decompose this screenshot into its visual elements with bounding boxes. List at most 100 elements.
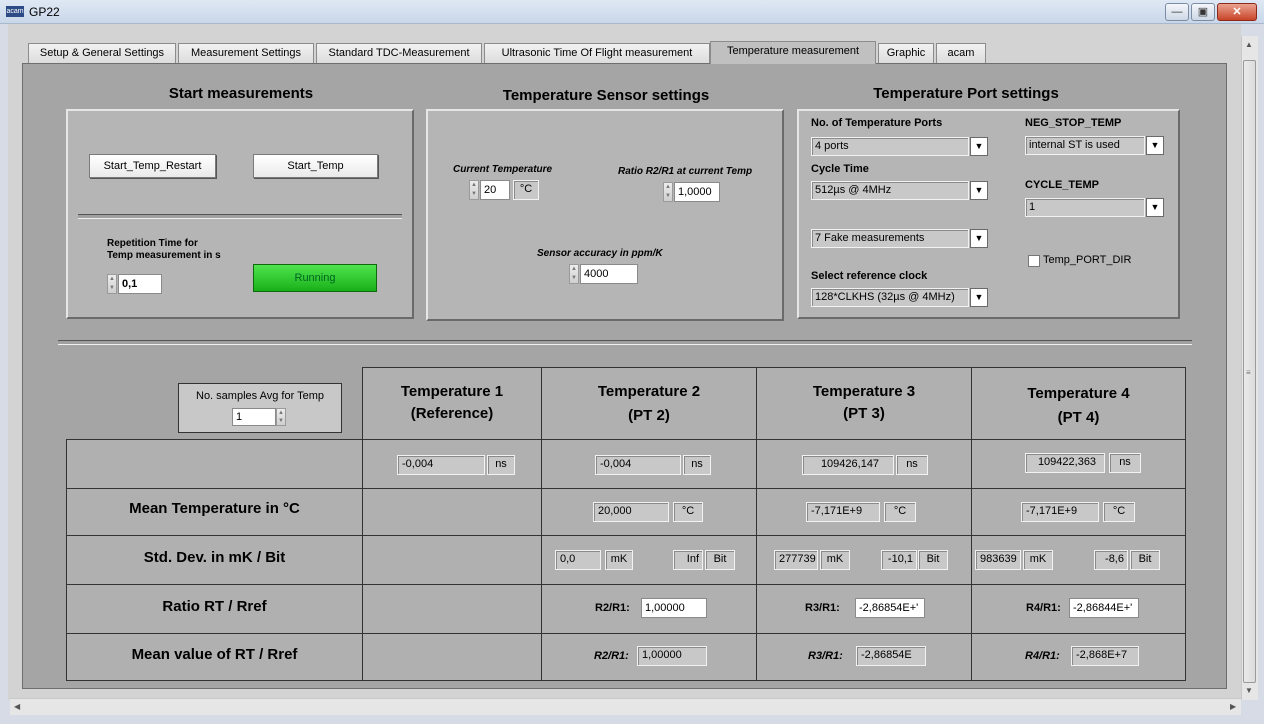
- repetition-time-label-2: Temp measurement in s: [107, 250, 221, 261]
- tab-temperature-measurement[interactable]: Temperature measurement: [710, 41, 876, 64]
- time-value-2: -0,004: [595, 455, 681, 475]
- std-bit-unit-4: Bit: [1130, 550, 1160, 570]
- maximize-button[interactable]: ▣: [1191, 3, 1215, 21]
- fake-measurements-dropdown[interactable]: 7 Fake measurements: [811, 229, 969, 248]
- chevron-down-icon[interactable]: ▼: [1146, 136, 1164, 155]
- ref-clock-label: Select reference clock: [811, 270, 928, 282]
- temp-port-dir-label: Temp_PORT_DIR: [1043, 254, 1132, 266]
- sensor-settings-frame: [426, 109, 784, 321]
- tab-measurement-settings[interactable]: Measurement Settings: [178, 43, 314, 63]
- cycle-time-dropdown[interactable]: 512µs @ 4MHz: [811, 181, 969, 200]
- tab-ultrasonic-tof[interactable]: Ultrasonic Time Of Flight measurement: [484, 43, 710, 63]
- start-temp-button[interactable]: Start_Temp: [253, 154, 378, 178]
- cycle-time-label: Cycle Time: [811, 163, 869, 175]
- header-temp1-line1: Temperature 1: [400, 383, 504, 400]
- title-bar: [0, 0, 1264, 24]
- mean-ratio-label-2: R2/R1:: [594, 650, 629, 662]
- mean-ratio-label-4: R4/R1:: [1025, 650, 1060, 662]
- scroll-grip-icon: ≡: [1246, 368, 1251, 377]
- mean-ratio-value-3: -2,86854E: [856, 646, 926, 666]
- ratio-value-4: -2,86844E+': [1069, 598, 1139, 618]
- mean-temp-value-4: -7,171E+9: [1021, 502, 1099, 522]
- horizontal-scrollbar[interactable]: [10, 698, 1241, 715]
- samples-label: No. samples Avg for Temp: [196, 390, 324, 402]
- ratio-row-label: Ratio RT / Rref: [162, 598, 267, 615]
- std-dev-row-label: Std. Dev. in mK / Bit: [143, 549, 286, 566]
- chevron-down-icon[interactable]: ▼: [1146, 198, 1164, 217]
- row-ratio-cell-1: [362, 584, 542, 634]
- mean-ratio-value-4: -2,868E+7: [1071, 646, 1139, 666]
- current-temp-spinner[interactable]: ▲ ▼: [469, 180, 479, 200]
- header-temp2-line1: Temperature 2: [597, 383, 701, 400]
- tab-graphic[interactable]: Graphic: [878, 43, 934, 63]
- mean-temp-unit-3: °C: [884, 502, 916, 522]
- sensor-accuracy-spinner[interactable]: ▲ ▼: [569, 264, 579, 284]
- header-temp2-line2: (PT 2): [628, 407, 670, 424]
- std-mk-unit-2: mK: [605, 550, 633, 570]
- current-temp-unit: °C: [513, 180, 539, 200]
- chevron-down-icon[interactable]: ▼: [970, 229, 988, 248]
- mean-temp-row-label: Mean Temperature in °C: [129, 500, 300, 517]
- sensor-settings-title: Temperature Sensor settings: [502, 87, 710, 104]
- main-separator: [58, 340, 1192, 345]
- std-bit-unit-2: Bit: [705, 550, 735, 570]
- samples-spinner[interactable]: ▲ ▼: [276, 408, 286, 426]
- tab-setup-general[interactable]: Setup & General Settings: [28, 43, 176, 63]
- std-bit-value-4: -8,6: [1094, 550, 1128, 570]
- cycle-temp-dropdown[interactable]: 1: [1025, 198, 1145, 217]
- header-temp3-line1: Temperature 3: [812, 383, 916, 400]
- repetition-time-spinner[interactable]: ▲ ▼: [107, 274, 117, 294]
- time-value-3: 109426,147: [802, 455, 894, 475]
- ratio-label-4: R4/R1:: [1026, 602, 1061, 614]
- time-value-4: 109422,363: [1025, 453, 1105, 473]
- restore-icon: ▣: [1197, 6, 1209, 18]
- num-ports-dropdown[interactable]: 4 ports: [811, 137, 969, 156]
- mean-ratio-label-3: R3/R1:: [808, 650, 843, 662]
- ratio-label-2: R2/R1:: [595, 602, 630, 614]
- scroll-down-icon[interactable]: ▼: [1245, 686, 1253, 695]
- tab-acam[interactable]: acam: [936, 43, 986, 63]
- sensor-accuracy-input[interactable]: 4000: [580, 264, 638, 284]
- app-icon: acam: [6, 6, 24, 17]
- window-title: GP22: [29, 5, 60, 19]
- time-value-1: -0,004: [397, 455, 485, 475]
- minimize-button[interactable]: —: [1165, 3, 1189, 21]
- close-icon: ✕: [1232, 6, 1242, 18]
- start-temp-restart-button[interactable]: Start_Temp_Restart: [89, 154, 216, 178]
- neg-stop-temp-label: NEG_STOP_TEMP: [1025, 117, 1122, 129]
- ref-clock-dropdown[interactable]: 128*CLKHS (32µs @ 4MHz): [811, 288, 969, 307]
- repetition-time-label-1: Repetition Time for: [107, 238, 198, 249]
- ratio-value-2: 1,00000: [641, 598, 707, 618]
- current-temp-input[interactable]: 20: [480, 180, 510, 200]
- scroll-left-icon[interactable]: ◀: [14, 702, 20, 711]
- std-bit-value-3: -10,1: [881, 550, 917, 570]
- scroll-right-icon[interactable]: ▶: [1230, 702, 1236, 711]
- row-time-label-cell: [66, 439, 363, 489]
- cycle-temp-label: CYCLE_TEMP: [1025, 179, 1099, 191]
- repetition-time-input[interactable]: 0,1: [118, 274, 162, 294]
- current-temp-label: Current Temperature: [453, 164, 553, 175]
- tab-standard-tdc[interactable]: Standard TDC-Measurement: [316, 43, 482, 63]
- ratio-label-3: R3/R1:: [805, 602, 840, 614]
- time-unit-3: ns: [896, 455, 928, 475]
- num-ports-label: No. of Temperature Ports: [811, 117, 943, 129]
- chevron-down-icon[interactable]: ▼: [970, 181, 988, 200]
- sensor-accuracy-label: Sensor accuracy in ppm/K: [537, 248, 663, 259]
- samples-input[interactable]: 1: [232, 408, 276, 426]
- temp-port-dir-checkbox[interactable]: [1028, 255, 1040, 267]
- scroll-up-icon[interactable]: ▲: [1245, 40, 1253, 49]
- chevron-down-icon[interactable]: ▼: [970, 137, 988, 156]
- time-unit-1: ns: [487, 455, 515, 475]
- std-mk-value-4: 983639: [975, 550, 1021, 570]
- header-cell-temp2: [541, 367, 757, 440]
- ratio-r2r1-spinner[interactable]: ▲ ▼: [663, 182, 673, 202]
- running-indicator[interactable]: Running: [253, 264, 377, 292]
- start-measurements-title: Start measurements: [168, 85, 314, 102]
- chevron-down-icon[interactable]: ▼: [970, 288, 988, 307]
- mean-temp-unit-4: °C: [1103, 502, 1135, 522]
- close-button[interactable]: ✕: [1217, 3, 1257, 21]
- time-unit-4: ns: [1109, 453, 1141, 473]
- header-temp4-line1: Temperature 4: [1027, 385, 1130, 402]
- ratio-r2r1-input[interactable]: 1,0000: [674, 182, 720, 202]
- neg-stop-temp-dropdown[interactable]: internal ST is used: [1025, 136, 1145, 155]
